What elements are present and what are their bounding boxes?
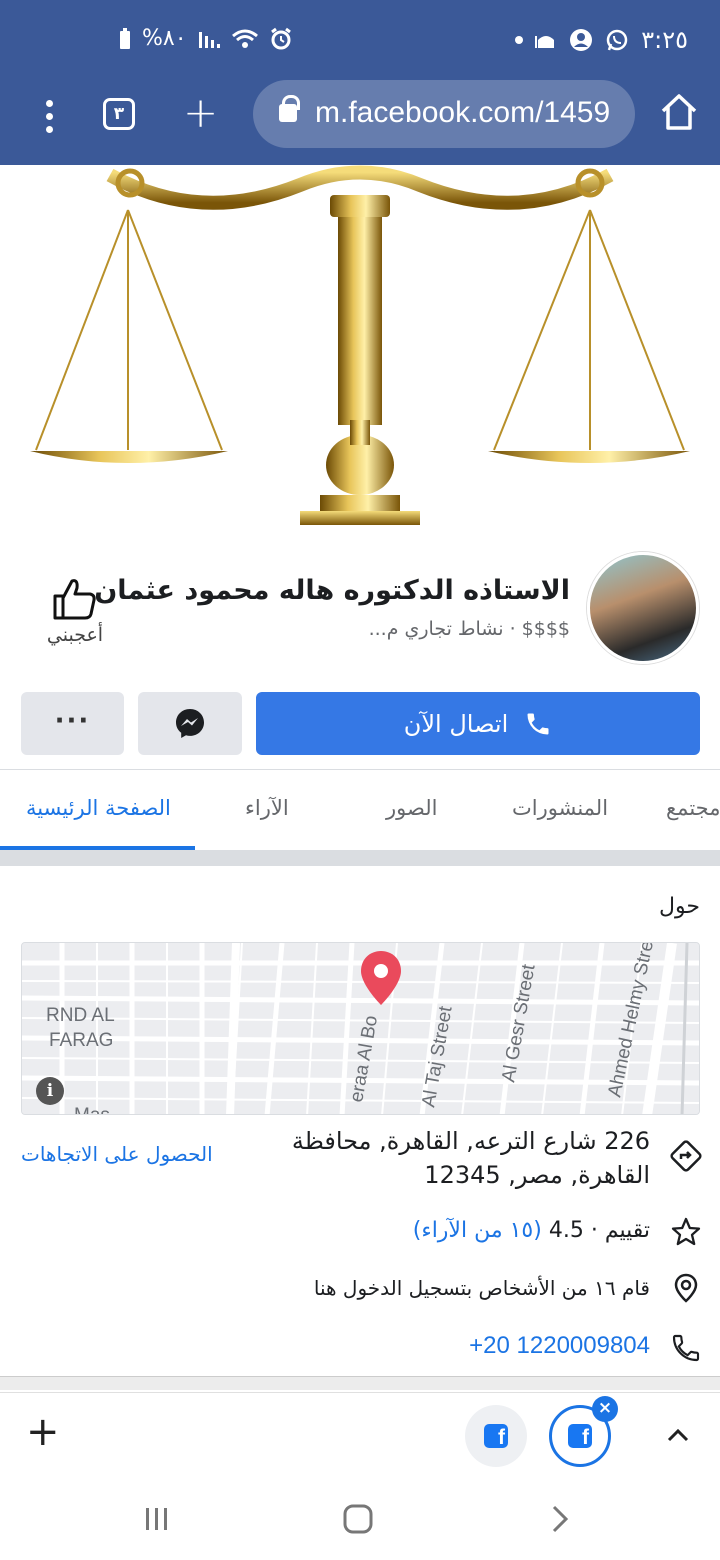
battery-icon [120,27,130,49]
mosque-icon [535,36,555,48]
facebook-logo-icon: f [484,1424,508,1449]
page-title: الاستاذه الدكتوره هاله محمود عثمان [94,575,570,606]
lock-icon [279,95,300,122]
status-icons-left: %٨٠ [118,26,293,51]
call-now-label: اتصال الآن [403,709,509,738]
tab-home[interactable]: الصفحة الرئيسية [26,796,171,820]
recent-apps-icon[interactable] [142,1504,172,1534]
map-label-farag: FARAG [49,1030,113,1051]
call-now-button[interactable]: اتصال الآن [256,692,700,755]
profile-avatar[interactable] [587,552,699,664]
like-label: أعجبني [46,624,104,646]
signal-icon [198,31,220,48]
whatsapp-icon [606,29,628,51]
tab-thumbnail-facebook[interactable]: f [465,1405,527,1467]
rating-text: تقييم · 4.5 (١٥ من الآراء) [413,1218,650,1243]
bottom-tab-bar: + f f × [0,1392,720,1476]
get-directions-link[interactable]: الحصول على الاتجاهات [21,1142,213,1166]
tab-posts[interactable]: المنشورات [512,796,608,820]
section-gap [0,850,720,866]
location-pin-icon [674,1273,698,1303]
rating-value: تقييم · 4.5 [548,1218,650,1243]
back-nav-icon[interactable] [548,1504,572,1534]
checkins-row: قام ١٦ من الأشخاص بتسجيل الدخول هنا [0,1272,720,1308]
map-info-icon[interactable]: i [36,1077,64,1105]
tab-thumbnail-facebook-active[interactable]: f × [549,1396,618,1467]
messenger-button[interactable] [138,692,242,755]
rating-row: تقييم · 4.5 (١٥ من الآراء) [0,1216,720,1252]
location-map[interactable]: RND AL FARAG eraa Al Bo Al Taj Street Al… [21,942,700,1115]
add-tab-button[interactable]: + [26,1407,60,1457]
tab-photos[interactable]: الصور [386,796,437,820]
phone-number-link[interactable]: +20 1220009804 [469,1332,650,1360]
reviews-link[interactable]: (١٥ من الآراء) [413,1218,542,1243]
cover-photo[interactable] [0,165,720,535]
notification-dot-icon [515,36,524,44]
address-row: 226 شارع الترعه, القاهرة, محافظة القاهرة… [0,1124,720,1194]
url-bar[interactable]: m.facebook.com/1459 [253,80,635,148]
checkins-text: قام ١٦ من الأشخاص بتسجيل الدخول هنا [313,1276,650,1300]
tab-reviews[interactable]: الآراء [245,796,289,820]
about-heading: حول [659,894,700,919]
browser-chrome: %٨٠ ٣:٢٥ ٣ + m.facebook.com/1459 [0,0,720,165]
close-tab-icon[interactable]: × [592,1396,618,1422]
like-button[interactable]: أعجبني [40,576,110,656]
messenger-icon [176,709,204,738]
thumbs-up-icon [53,579,96,620]
scales-of-justice-image [30,165,690,525]
alarm-icon [270,27,291,49]
page-category: $$$$ · نشاط تجاري م... [368,618,570,640]
phone-outline-icon [672,1334,700,1362]
map-label-mas: Mas [74,1105,110,1115]
section-separator [0,1376,720,1390]
tab-community[interactable]: مجتمع [666,796,720,820]
map-streets-image: RND AL FARAG eraa Al Bo Al Taj Street Al… [22,943,699,1115]
page-tabs: الصفحة الرئيسية الآراء الصور المنشورات م… [0,770,720,852]
home-icon[interactable] [660,92,698,132]
browser-toolbar: ٣ + m.facebook.com/1459 [0,78,720,150]
home-nav-icon[interactable] [342,1504,374,1534]
status-bar: %٨٠ ٣:٢٥ [0,18,720,62]
directions-icon [670,1140,702,1172]
status-icons-right: ٣:٢٥ [515,26,688,54]
chevron-up-icon[interactable] [664,1421,692,1449]
system-navigation-bar [0,1478,720,1560]
tab-switcher-button[interactable]: ٣ [103,98,135,130]
map-label-rnd: RND AL [46,1005,115,1026]
address-text: 226 شارع الترعه, القاهرة, محافظة القاهرة… [291,1127,650,1189]
browser-menu-icon[interactable] [36,96,62,136]
star-icon [671,1217,701,1246]
new-tab-button[interactable]: + [183,88,218,138]
more-options-button[interactable]: ··· [21,692,124,755]
account-icon [570,29,593,51]
battery-percent: %٨٠ [142,26,187,51]
url-text: m.facebook.com/1459 [315,96,611,129]
status-time: ٣:٢٥ [641,26,688,54]
phone-row: +20 1220009804 [0,1330,720,1366]
phone-icon [527,713,549,734]
wifi-icon [231,29,258,48]
facebook-logo-icon: f [568,1424,592,1449]
